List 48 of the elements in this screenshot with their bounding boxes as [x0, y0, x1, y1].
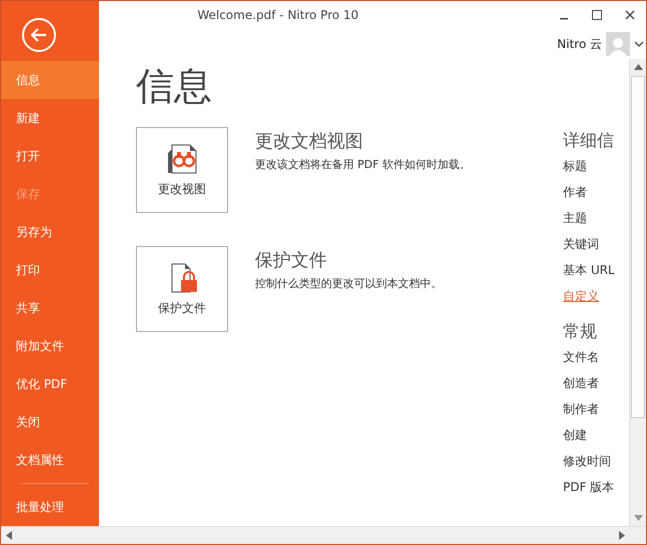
- action-heading: 保护文件: [255, 249, 328, 272]
- property-label: 作者: [563, 184, 588, 201]
- action-description: 更改该文档将在备用 PDF 软件如何时加载。: [255, 157, 470, 172]
- sidebar-item[interactable]: 批量处理: [1, 488, 99, 526]
- sidebar-item[interactable]: 信息: [1, 61, 99, 100]
- scroll-down-icon[interactable]: [634, 515, 642, 521]
- window-title: Welcome.pdf - Nitro Pro 10: [196, 8, 360, 22]
- action-heading: 更改文档视图: [255, 130, 364, 153]
- minimize-icon: [560, 18, 568, 20]
- vertical-scrollbar[interactable]: [629, 59, 646, 526]
- sidebar-item[interactable]: 附加文件: [1, 327, 99, 366]
- page-title: 信息: [136, 67, 213, 105]
- property-label: 文件名: [563, 349, 600, 366]
- sidebar-item[interactable]: 共享: [1, 289, 99, 328]
- close-icon: [624, 10, 634, 20]
- back-arrow-icon: [31, 28, 47, 42]
- property-label: 主题: [563, 210, 588, 227]
- property-label: 基本 URL: [563, 262, 616, 279]
- horizontal-scrollbar[interactable]: [1, 526, 646, 544]
- custom-link[interactable]: 自定义: [563, 288, 629, 318]
- sidebar-item[interactable]: 优化 PDF: [1, 365, 99, 404]
- property-label: 创造者: [563, 375, 600, 392]
- chevron-down-icon[interactable]: [634, 40, 644, 48]
- account-label[interactable]: Nitro 云: [557, 36, 602, 52]
- section-heading: 常规: [563, 321, 598, 343]
- sidebar-item[interactable]: 关闭: [1, 403, 99, 442]
- sidebar-item[interactable]: 新建: [1, 99, 99, 138]
- maximize-icon: [592, 10, 602, 20]
- scroll-thumb[interactable]: [631, 76, 645, 418]
- property-label: 制作者: [563, 401, 600, 418]
- section-heading: 详细信: [563, 130, 615, 152]
- sidebar-item[interactable]: 文档属性: [1, 441, 99, 480]
- back-button[interactable]: [22, 18, 56, 52]
- action-button[interactable]: 更改视图: [136, 127, 228, 213]
- action-description: 控制什么类型的更改可以到本文档中。: [255, 276, 442, 291]
- property-label: 关键词: [563, 236, 600, 253]
- property-label: 创建: [563, 427, 588, 444]
- action-button[interactable]: 保护文件: [136, 246, 228, 332]
- property-label: PDF 版本: [563, 479, 616, 496]
- sidebar-item[interactable]: 打开: [1, 137, 99, 176]
- scroll-left-icon[interactable]: [6, 531, 12, 540]
- document-binoculars-icon: [166, 142, 198, 174]
- property-label: 修改时间: [563, 453, 612, 470]
- sidebar-item[interactable]: 打印: [1, 251, 99, 290]
- sidebar-item[interactable]: 另存为: [1, 213, 99, 252]
- property-label: 标题: [563, 158, 588, 175]
- scroll-up-icon[interactable]: [634, 64, 642, 70]
- scroll-right-icon[interactable]: [619, 531, 625, 540]
